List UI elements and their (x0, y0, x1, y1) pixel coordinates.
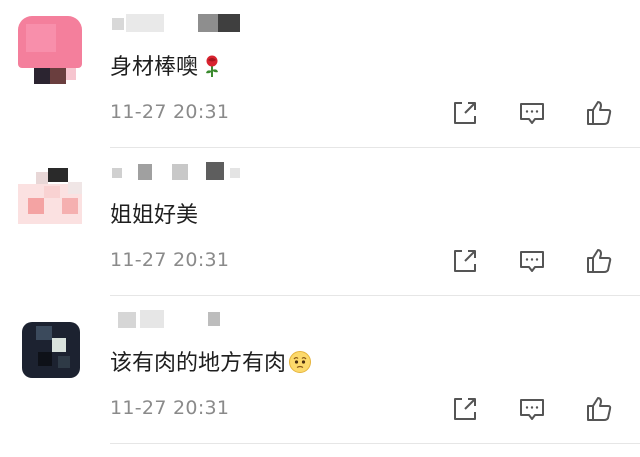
comment-text: 该有肉的地方有肉 (110, 348, 312, 380)
comment-icon (520, 399, 544, 420)
comment-timestamp: 11-27 20:31 (110, 101, 230, 123)
like-button[interactable] (584, 394, 614, 424)
avatar[interactable] (18, 312, 82, 382)
share-button[interactable] (450, 246, 480, 276)
thumbs-up-icon (587, 249, 612, 273)
share-icon (454, 250, 476, 272)
avatar[interactable] (18, 164, 82, 234)
comment-item: 姐姐好美 11-27 20:31 (0, 148, 640, 296)
username-redacted (112, 160, 252, 184)
share-icon (454, 398, 476, 420)
comment-item: 身材棒噢 11-27 20:31 (0, 0, 640, 148)
comment-timestamp: 11-27 20:31 (110, 397, 230, 419)
comment-icon (520, 251, 544, 272)
thumbs-up-icon (587, 397, 612, 421)
reply-button[interactable] (517, 246, 547, 276)
comment-item: 该有肉的地方有肉 11-27 20:31 (0, 296, 640, 444)
pleading-face-emoji (289, 351, 312, 373)
share-button[interactable] (450, 98, 480, 128)
comment-icon (520, 103, 544, 124)
comment-text: 姐姐好美 (110, 200, 198, 232)
comment-body: 姐姐好美 (110, 203, 199, 228)
username-redacted (112, 12, 252, 36)
reply-button[interactable] (517, 394, 547, 424)
thumbs-up-icon (587, 101, 612, 125)
avatar[interactable] (18, 16, 82, 86)
comment-timestamp: 11-27 20:31 (110, 249, 230, 271)
like-button[interactable] (584, 246, 614, 276)
divider (110, 443, 640, 444)
comment-text: 身材棒噢 (110, 52, 224, 84)
comment-body: 身材棒噢 (110, 55, 199, 80)
share-button[interactable] (450, 394, 480, 424)
like-button[interactable] (584, 98, 614, 128)
share-icon (454, 102, 476, 124)
rose-emoji (206, 55, 219, 77)
reply-button[interactable] (517, 98, 547, 128)
comment-body: 该有肉的地方有肉 (110, 351, 287, 376)
username-redacted (112, 308, 252, 332)
